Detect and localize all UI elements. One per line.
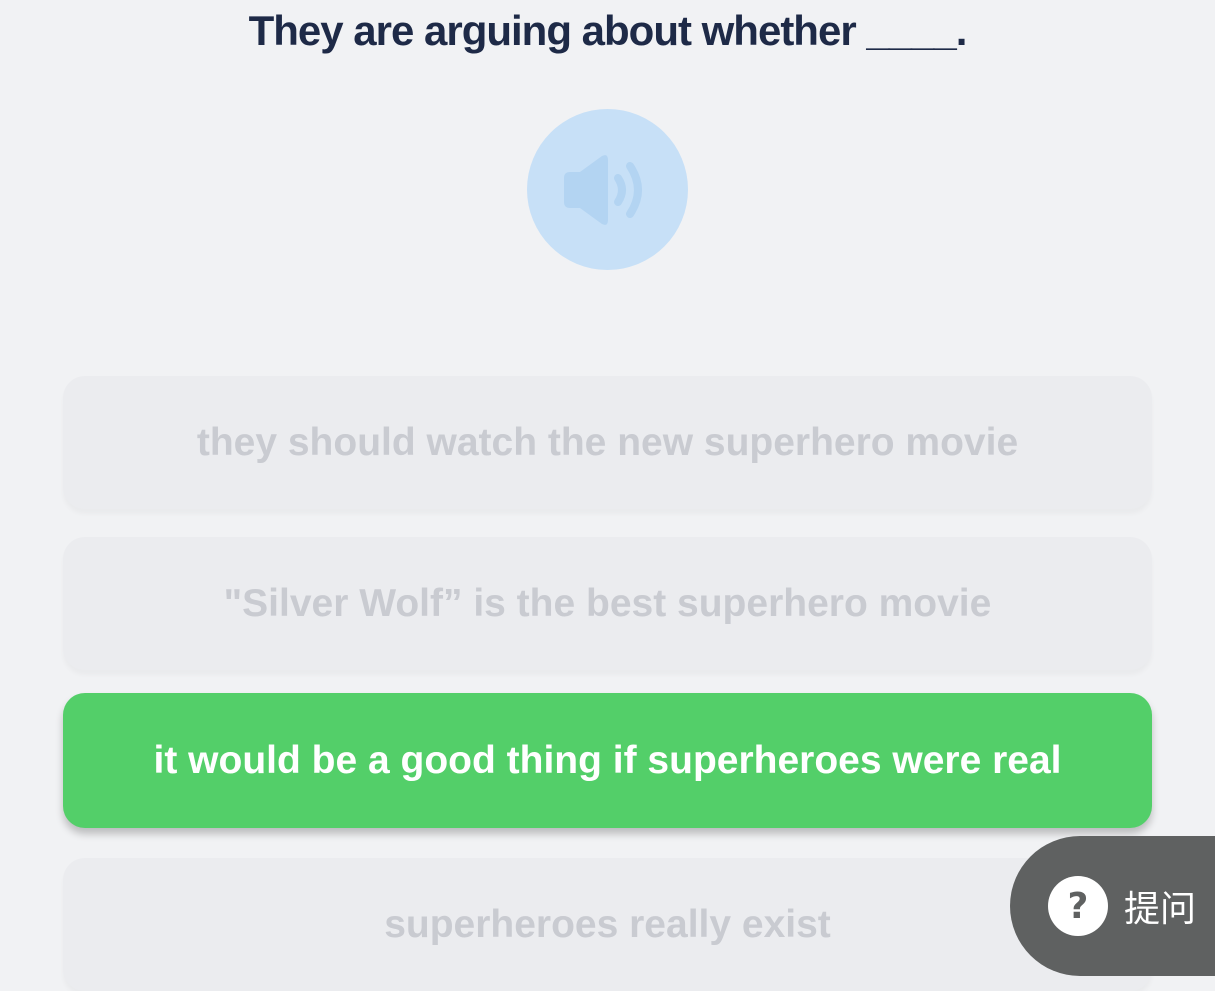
answer-option-3-selected[interactable]: it would be a good thing if superheroes … — [63, 693, 1152, 828]
speaker-icon — [563, 154, 642, 225]
question-title: They are arguing about whether ____. — [248, 7, 968, 54]
answer-option-label: they should watch the new superhero movi… — [196, 420, 1019, 464]
answer-option-4[interactable]: superheroes really exist — [63, 858, 1152, 991]
answer-option-1[interactable]: they should watch the new superhero movi… — [63, 376, 1152, 509]
ask-question-button[interactable]: ? 提问 — [1010, 836, 1215, 976]
answer-option-label: "Silver Wolf” is the best superhero movi… — [223, 581, 992, 625]
answer-option-label: superheroes really exist — [384, 902, 831, 946]
answer-option-2[interactable]: "Silver Wolf” is the best superhero movi… — [63, 537, 1152, 670]
play-audio-button[interactable] — [527, 109, 688, 270]
question-mark-icon: ? — [1048, 876, 1108, 936]
answer-option-label: it would be a good thing if superheroes … — [153, 738, 1062, 782]
ask-question-label: 提问 — [1124, 889, 1197, 930]
